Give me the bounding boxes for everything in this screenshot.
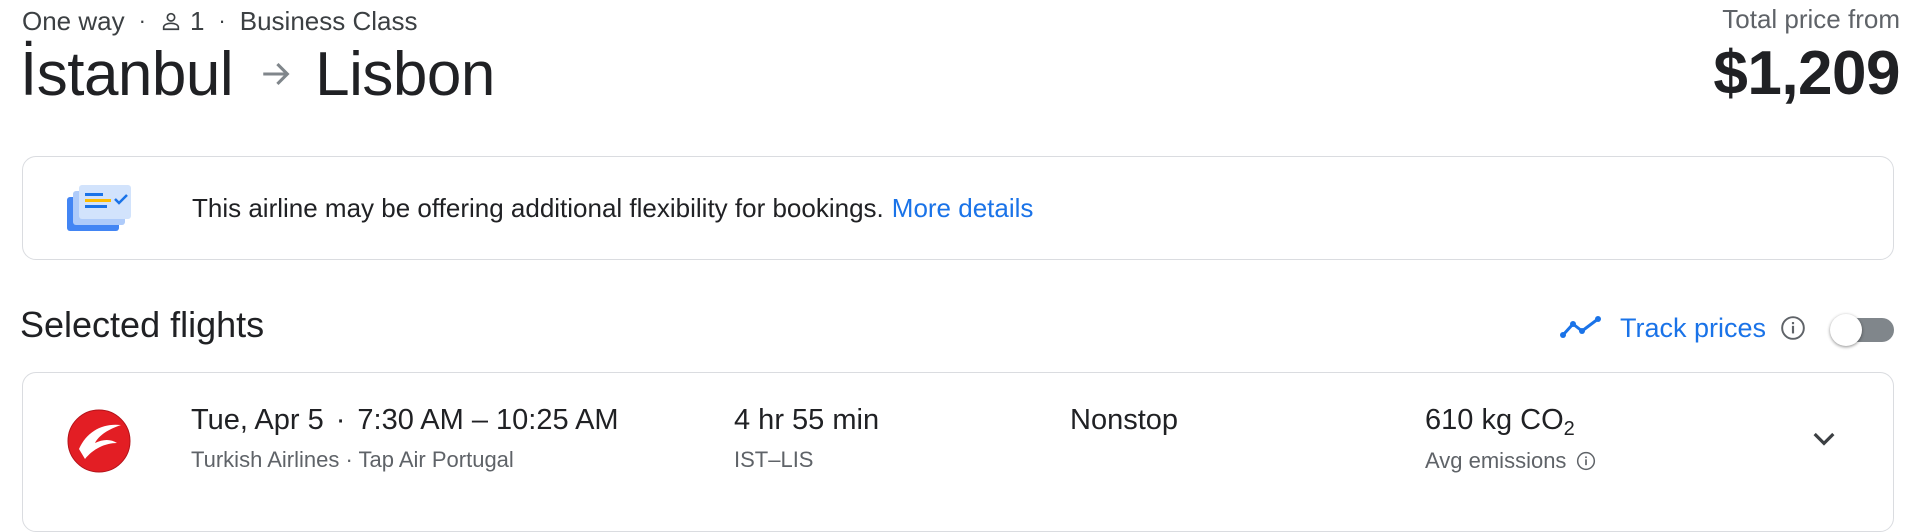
separator-dot: · <box>138 8 146 33</box>
flight-duration: 4 hr 55 min <box>734 404 880 436</box>
info-icon[interactable] <box>1576 451 1596 471</box>
more-details-link[interactable]: More details <box>892 193 1034 224</box>
airline-names: Turkish Airlines · Tap Air Portugal <box>191 447 514 472</box>
flexibility-document-icon <box>67 185 131 231</box>
total-price-label: Total price from <box>1722 4 1900 34</box>
emissions-subscript: 2 <box>1563 418 1575 440</box>
banner-message: This airline may be offering additional … <box>192 192 884 223</box>
info-icon[interactable] <box>1780 315 1806 341</box>
emissions-amount: 610 kg CO <box>1425 404 1564 436</box>
chevron-down-icon[interactable] <box>1808 422 1840 454</box>
total-price: $1,209 <box>1713 39 1900 108</box>
flight-times: 7:30 AM – 10:25 AM <box>357 404 619 436</box>
toggle-knob <box>1830 314 1862 346</box>
track-prices-label[interactable]: Track prices <box>1620 313 1766 344</box>
trip-summary: One way · 1 · Business Class <box>22 4 417 38</box>
person-icon <box>162 12 180 31</box>
flight-date-times: Tue, Apr 5 · 7:30 AM – 10:25 AM <box>191 404 619 437</box>
flight-stops: Nonstop <box>1070 404 1179 436</box>
separator-dot: · <box>218 8 226 33</box>
passenger-count: 1 <box>189 5 205 36</box>
destination-city: Lisbon <box>315 39 495 109</box>
cabin-class: Business Class <box>239 5 418 36</box>
selected-flights-title: Selected flights <box>20 304 265 345</box>
emissions-label: Avg emissions <box>1425 448 1567 473</box>
emissions-value: 610 kg CO2 <box>1425 404 1575 441</box>
turkish-airlines-logo <box>67 409 131 473</box>
origin-city: İstanbul <box>20 39 234 109</box>
arrow-right-icon <box>263 62 290 86</box>
track-prices-toggle[interactable] <box>1830 314 1894 346</box>
flexibility-banner: This airline may be offering additional … <box>22 156 1894 260</box>
trending-line-icon <box>1560 316 1601 338</box>
flight-date: Tue, Apr 5 <box>191 404 324 436</box>
separator-dot: · <box>335 404 346 436</box>
emissions-label-row: Avg emissions <box>1425 447 1596 475</box>
airport-codes: IST–LIS <box>734 447 814 472</box>
trip-type: One way <box>22 5 125 36</box>
route-title: İstanbul Lisbon <box>20 38 495 110</box>
track-prices: Track prices <box>1560 310 1806 346</box>
